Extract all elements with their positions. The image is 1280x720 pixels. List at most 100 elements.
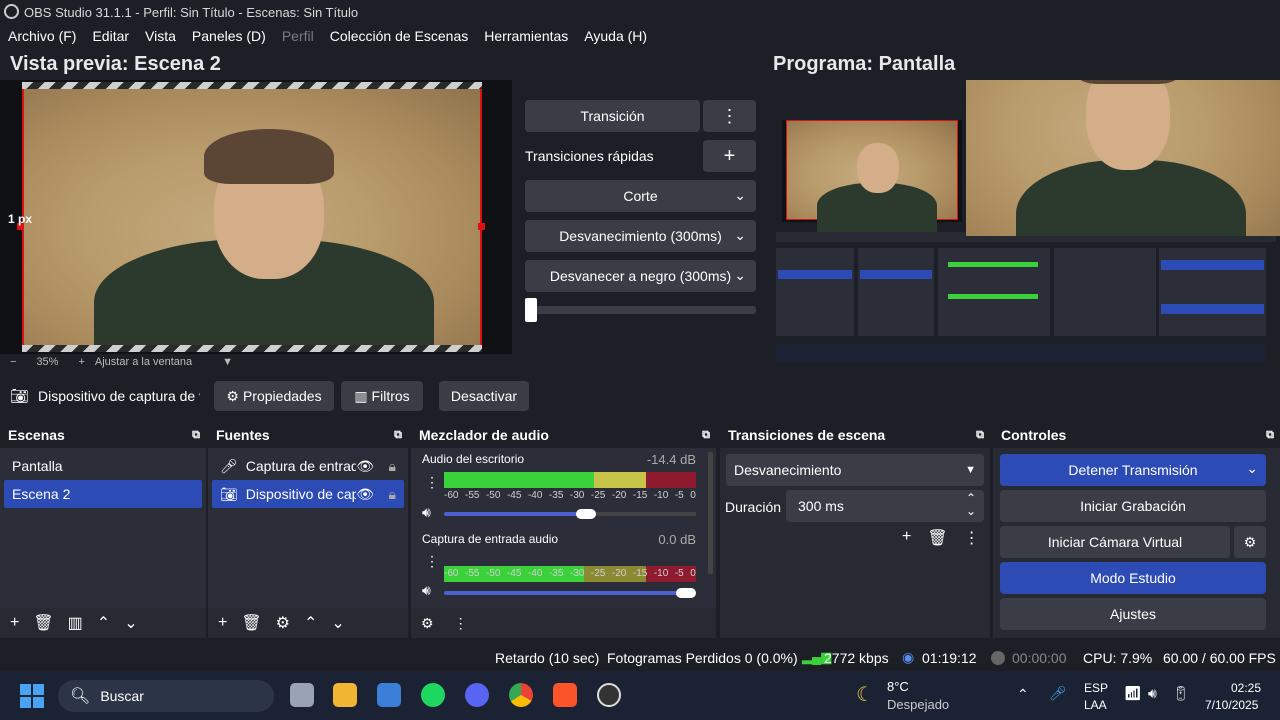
add-transition-plus-icon[interactable]: +	[902, 528, 911, 548]
scene-item-pantalla[interactable]: Pantalla	[4, 452, 202, 480]
add-quick-transition-button[interactable]: +	[703, 140, 756, 172]
remove-transition-trash-icon[interactable]: 🗑︎	[927, 528, 947, 548]
fit-window-label[interactable]: Ajustar a la ventana	[95, 356, 192, 368]
taskbar-search[interactable]: 🔍︎ Buscar	[58, 680, 274, 712]
discord-icon[interactable]	[465, 683, 489, 707]
lock-icon[interactable]: 🔒︎	[389, 486, 396, 503]
lock-icon[interactable]: 🔒︎	[389, 458, 396, 475]
move-down-icon[interactable]: ⌄	[331, 613, 344, 633]
scene-item-escena-2[interactable]: Escena 2	[4, 480, 202, 508]
menu-edit[interactable]: Editar	[92, 28, 129, 44]
search-placeholder: Buscar	[100, 688, 144, 704]
chrome-icon[interactable]	[509, 683, 533, 707]
zoom-in-button[interactable]: +	[78, 356, 84, 368]
source-properties-gear-icon[interactable]: ⚙	[276, 613, 290, 633]
move-down-icon[interactable]: ⌄	[124, 613, 137, 633]
resize-handle-right[interactable]	[478, 223, 485, 230]
virtual-camera-settings-button[interactable]: ⚙	[1234, 526, 1266, 558]
task-view-icon[interactable]	[290, 683, 314, 707]
clock-date[interactable]: 7/10/2025	[1205, 698, 1258, 712]
properties-button[interactable]: ⚙ Propiedades	[214, 381, 334, 411]
t-bar-handle[interactable]	[525, 298, 537, 322]
remove-scene-trash-icon[interactable]: 🗑︎	[33, 613, 53, 633]
spin-down-icon[interactable]: ⌄	[966, 504, 976, 518]
eye-icon[interactable]: 👁︎	[356, 458, 374, 475]
program-label: Programa: Pantalla	[773, 53, 956, 75]
volume-slider[interactable]	[444, 591, 696, 595]
scene-filters-icon[interactable]: ▥	[68, 613, 83, 633]
move-up-icon[interactable]: ⌃	[97, 613, 110, 633]
speaker-icon[interactable]: 🔊︎	[422, 582, 431, 599]
transition-button[interactable]: Transición	[525, 100, 700, 132]
language-primary[interactable]: ESP	[1084, 681, 1108, 695]
zoom-dropdown-icon[interactable]: ▼	[222, 356, 233, 368]
weather-temp[interactable]: 8°C	[887, 679, 909, 694]
advanced-audio-gears-icon[interactable]: ⚙	[421, 615, 434, 632]
menu-view[interactable]: Vista	[145, 28, 176, 44]
language-secondary[interactable]: LAA	[1084, 698, 1107, 712]
volume-slider-knob[interactable]	[576, 509, 596, 519]
file-explorer-icon[interactable]	[333, 683, 357, 707]
menu-tools[interactable]: Herramientas	[484, 28, 568, 44]
brave-icon[interactable]	[553, 683, 577, 707]
zoom-out-button[interactable]: −	[10, 356, 16, 368]
mixer-scrollbar[interactable]	[708, 452, 713, 574]
volume-icon[interactable]: 🔊︎	[1148, 685, 1157, 702]
undock-icon[interactable]: ⧉	[1266, 429, 1274, 442]
add-source-plus-icon[interactable]: +	[218, 614, 227, 632]
menu-profile[interactable]: Perfil	[282, 28, 314, 44]
t-bar-track[interactable]	[525, 306, 756, 314]
undock-icon[interactable]: ⧉	[394, 429, 402, 442]
volume-slider[interactable]	[444, 512, 587, 516]
spotify-icon[interactable]	[421, 683, 445, 707]
speaker-icon[interactable]: 🔊︎	[422, 504, 431, 521]
undock-icon[interactable]: ⧉	[702, 429, 710, 442]
source-item-video-capture[interactable]: 📷︎ Dispositivo de cap 👁︎ 🔒︎	[212, 480, 404, 508]
chevron-down-icon[interactable]: ⌄	[1246, 460, 1258, 477]
preview-canvas[interactable]: 1 px	[0, 80, 512, 354]
store-icon[interactable]	[377, 683, 401, 707]
gear-icon: ⚙	[226, 387, 239, 404]
status-bar: Retardo (10 sec) Fotogramas Perdidos 0 (…	[0, 645, 1280, 671]
transition-menu-icon[interactable]: ⋮	[964, 528, 980, 548]
start-recording-button[interactable]: Iniciar Grabación	[1000, 490, 1266, 522]
channel-menu-icon[interactable]: ⋮	[425, 474, 439, 491]
quick-transitions-label: Transiciones rápidas	[525, 148, 654, 164]
eye-icon[interactable]: 👁︎	[356, 486, 374, 503]
deactivate-button[interactable]: Desactivar	[439, 381, 529, 411]
menu-scene-collection[interactable]: Colección de Escenas	[330, 28, 469, 44]
spin-up-icon[interactable]: ⌃	[966, 491, 976, 505]
chevron-up-icon[interactable]: ⌃	[1017, 686, 1029, 703]
menu-docks[interactable]: Paneles (D)	[192, 28, 266, 44]
obs-taskbar-icon[interactable]	[597, 683, 621, 707]
stop-streaming-button[interactable]: Detener Transmisión ⌄	[1000, 454, 1266, 486]
clock-time[interactable]: 02:25	[1231, 681, 1261, 695]
microphone-icon[interactable]: 🎤︎	[1049, 685, 1067, 702]
menu-help[interactable]: Ayuda (H)	[584, 28, 647, 44]
add-scene-plus-icon[interactable]: +	[10, 614, 19, 632]
quick-transition-fade[interactable]: Desvanecimiento (300ms) ⌄	[525, 220, 756, 252]
source-item-audio-capture[interactable]: 🎤︎ Captura de entrad 👁︎ 🔒︎	[212, 452, 404, 480]
undock-icon[interactable]: ⧉	[976, 429, 984, 442]
moon-weather-icon: ☾	[856, 684, 874, 706]
move-up-icon[interactable]: ⌃	[304, 613, 317, 633]
quick-transition-fade-black[interactable]: Desvanecer a negro (300ms) ⌄	[525, 260, 756, 292]
undock-icon[interactable]: ⧉	[192, 429, 200, 442]
start-virtual-camera-button[interactable]: Iniciar Cámara Virtual	[1000, 526, 1230, 558]
wifi-icon[interactable]: 📶︎	[1124, 685, 1142, 702]
menu-file[interactable]: Archivo (F)	[8, 28, 76, 44]
studio-mode-button[interactable]: Modo Estudio	[1000, 562, 1266, 594]
settings-button[interactable]: Ajustes	[1000, 598, 1266, 630]
filters-button[interactable]: ▥ Filtros	[341, 381, 423, 411]
battery-icon[interactable]: 🔋︎	[1172, 685, 1190, 702]
mixer-menu-icon[interactable]: ⋮	[454, 615, 468, 632]
channel-menu-icon[interactable]: ⋮	[425, 553, 439, 570]
weather-desc[interactable]: Despejado	[887, 697, 949, 712]
remove-source-trash-icon[interactable]: 🗑︎	[241, 613, 261, 633]
windows-start-icon[interactable]	[20, 684, 44, 708]
duration-spinbox[interactable]: 300 ms ⌃ ⌄	[786, 490, 984, 522]
transition-menu-button[interactable]: ⋮	[703, 100, 756, 132]
quick-transition-cut[interactable]: Corte ⌄	[525, 180, 756, 212]
transition-select[interactable]: Desvanecimiento ▼	[726, 454, 984, 486]
volume-slider-knob[interactable]	[676, 588, 696, 598]
